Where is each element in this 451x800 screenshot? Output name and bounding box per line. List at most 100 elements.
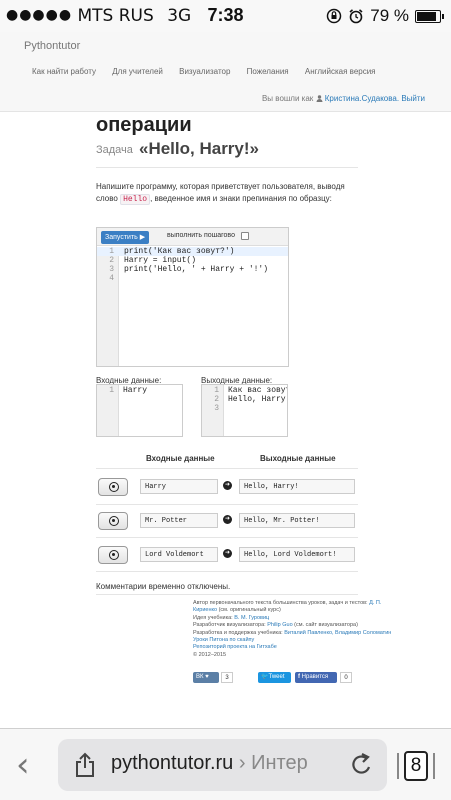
tweet-label: Tweet xyxy=(268,674,285,680)
code-lines[interactable]: 1 print('Как вас зовут?') 2 Harry = input(… xyxy=(97,247,288,283)
task-description: Напишите программу, которая приветствует… xyxy=(96,181,366,206)
browser-toolbar: ‹ pythontutor.ru › Интер 8 xyxy=(0,728,451,800)
footer-author-line-2: Кириенко (см. оригинальный курс) xyxy=(193,607,433,614)
step-mode-label: выполнить пошагово xyxy=(167,232,235,239)
visualizer-author-link[interactable]: Philip Guo xyxy=(267,622,292,628)
footer-text: Идея учебника: xyxy=(193,614,233,621)
footer-support-line: Разработка и поддержка учебника: Виталий… xyxy=(193,630,433,637)
test-output: Hello, Lord Voldemort! xyxy=(239,547,355,562)
url-text[interactable]: pythontutor.ru › Интер xyxy=(111,752,308,775)
test-row: Lord Voldemort ➜ Hello, Lord Voldemort! xyxy=(96,542,358,572)
arrow-right-icon: ➜ xyxy=(223,515,232,524)
tests-divider xyxy=(96,504,358,505)
site-brand[interactable]: Pythontutor xyxy=(24,40,80,52)
battery-icon xyxy=(415,9,444,23)
run-test-icon xyxy=(109,516,119,526)
test-row: Harry ➜ Hello, Harry! xyxy=(96,474,358,504)
input-text: Harry xyxy=(123,386,148,395)
site-header: Pythontutor Как найти работу Для учителе… xyxy=(0,32,451,112)
author-link[interactable]: Д. П. xyxy=(369,600,381,606)
support-link[interactable]: Виталий Павленко, Владимир Соломатин xyxy=(284,630,391,636)
author-link-2[interactable]: Кириенко xyxy=(193,607,217,613)
description-code: Hello xyxy=(120,194,151,205)
skype-lessons-link[interactable]: Уроки Питона по скайпу xyxy=(193,637,254,643)
tests-divider xyxy=(96,571,358,572)
github-repo-link[interactable]: Репозиторий проекта на Гитхабе xyxy=(193,644,277,650)
share-icon[interactable] xyxy=(74,752,96,778)
tabs-left-bar xyxy=(397,753,399,779)
run-button[interactable]: Запустить ▶ xyxy=(101,231,150,244)
nav-item-visualizer[interactable]: Визуализатор xyxy=(179,67,230,76)
test-input: Mr. Potter xyxy=(140,513,218,528)
url-separator: › xyxy=(238,752,246,774)
back-icon[interactable]: ‹ xyxy=(16,745,40,785)
code-editor[interactable]: Запустить ▶ выполнить пошагово 1 print('К… xyxy=(96,227,289,367)
user-prefix: Вы вошли как xyxy=(261,94,314,103)
run-test-button[interactable] xyxy=(98,546,128,564)
tests-col-output: Выходные данные xyxy=(260,454,336,463)
nav-item-english[interactable]: Английская версия xyxy=(305,67,376,76)
code-text: Harry = input() xyxy=(124,256,197,265)
rotation-lock-icon xyxy=(327,8,342,24)
test-output: Hello, Mr. Potter! xyxy=(239,513,355,528)
line-number: 1 xyxy=(214,386,219,395)
code-line[interactable]: 4 xyxy=(97,274,288,283)
code-line[interactable]: 2 Harry = input() xyxy=(97,256,288,265)
output-text: Как вас зовут xyxy=(228,386,288,395)
divider xyxy=(96,167,358,168)
editor-toolbar: Запустить ▶ выполнить пошагово xyxy=(97,228,288,246)
nav-item-wishes[interactable]: Пожелания xyxy=(247,67,289,76)
tests-divider xyxy=(96,468,358,469)
tabs-count: 8 xyxy=(404,751,428,781)
facebook-like-button[interactable]: f Нравится xyxy=(295,672,337,683)
tests-divider xyxy=(96,537,358,538)
user-name-link[interactable]: Кристина.Судакова. xyxy=(325,94,399,103)
page-heading: операции xyxy=(96,114,192,136)
battery-percent: 79 % xyxy=(370,6,409,25)
url-path: Интер xyxy=(251,752,308,774)
description-text-2: , введенное имя и знаки препинания по об… xyxy=(150,194,332,203)
task-title: «Hello, Harry!» xyxy=(139,139,259,158)
step-mode-checkbox[interactable] xyxy=(241,232,249,240)
test-input: Lord Voldemort xyxy=(140,547,218,562)
footer-text: Разработка и поддержка учебника: xyxy=(193,629,283,636)
tabs-right-bar xyxy=(433,753,435,779)
footer-visualizer-line: Разработчик визуализатора: Philip Guo (с… xyxy=(193,622,433,629)
output-line: 3 xyxy=(202,404,287,413)
vk-share-button[interactable]: ВК ♥ xyxy=(193,672,219,683)
line-number: 1 xyxy=(109,247,114,256)
nav-item-jobs[interactable]: Как найти работу xyxy=(32,67,96,76)
footer-repo-line: Репозиторий проекта на Гитхабе xyxy=(193,644,433,651)
run-test-button[interactable] xyxy=(98,512,128,530)
idea-link[interactable]: В. М. Гуровиц xyxy=(234,615,269,621)
output-line: 1 Как вас зовут xyxy=(202,386,287,395)
vk-label: ВК xyxy=(196,674,204,680)
address-bar[interactable]: pythontutor.ru › Интер xyxy=(58,739,387,791)
run-test-button[interactable] xyxy=(98,478,128,496)
code-line[interactable]: 1 print('Как вас зовут?') xyxy=(97,247,288,256)
logout-link[interactable]: Выйти xyxy=(401,94,425,103)
user-line: Вы вошли как Кристина.Судакова. Выйти xyxy=(262,94,425,103)
input-box[interactable]: 1 Harry xyxy=(96,384,183,437)
footer-text: (см. сайт визуализатора) xyxy=(294,622,358,629)
code-text: print('Как вас зовут?') xyxy=(124,247,235,256)
line-number: 3 xyxy=(109,265,114,274)
output-line: 2 Hello, Harry! xyxy=(202,395,287,404)
footer-copyright: © 2012–2015 xyxy=(193,651,227,658)
alarm-icon xyxy=(349,9,363,24)
footer-text: Автор первоначального текста большинства… xyxy=(193,600,368,606)
user-icon xyxy=(316,95,323,102)
line-number: 2 xyxy=(109,256,114,265)
input-line[interactable]: 1 Harry xyxy=(97,386,182,395)
nav-item-teachers[interactable]: Для учителей xyxy=(112,67,163,76)
footer: Автор первоначального текста большинства… xyxy=(193,600,433,659)
tweet-button[interactable]: 🐦Tweet xyxy=(258,672,291,683)
code-line[interactable]: 3 print('Hello, ' + Harry + '!') xyxy=(97,265,288,274)
line-number: 4 xyxy=(109,274,114,283)
reload-icon[interactable] xyxy=(349,751,375,779)
output-box[interactable]: 1 Как вас зовут 2 Hello, Harry! 3 xyxy=(201,384,288,437)
comments-notice: Комментарии временно отключены. xyxy=(96,582,231,591)
arrow-right-icon: ➜ xyxy=(223,549,232,558)
run-test-icon xyxy=(109,550,119,560)
arrow-right-icon: ➜ xyxy=(223,481,232,490)
